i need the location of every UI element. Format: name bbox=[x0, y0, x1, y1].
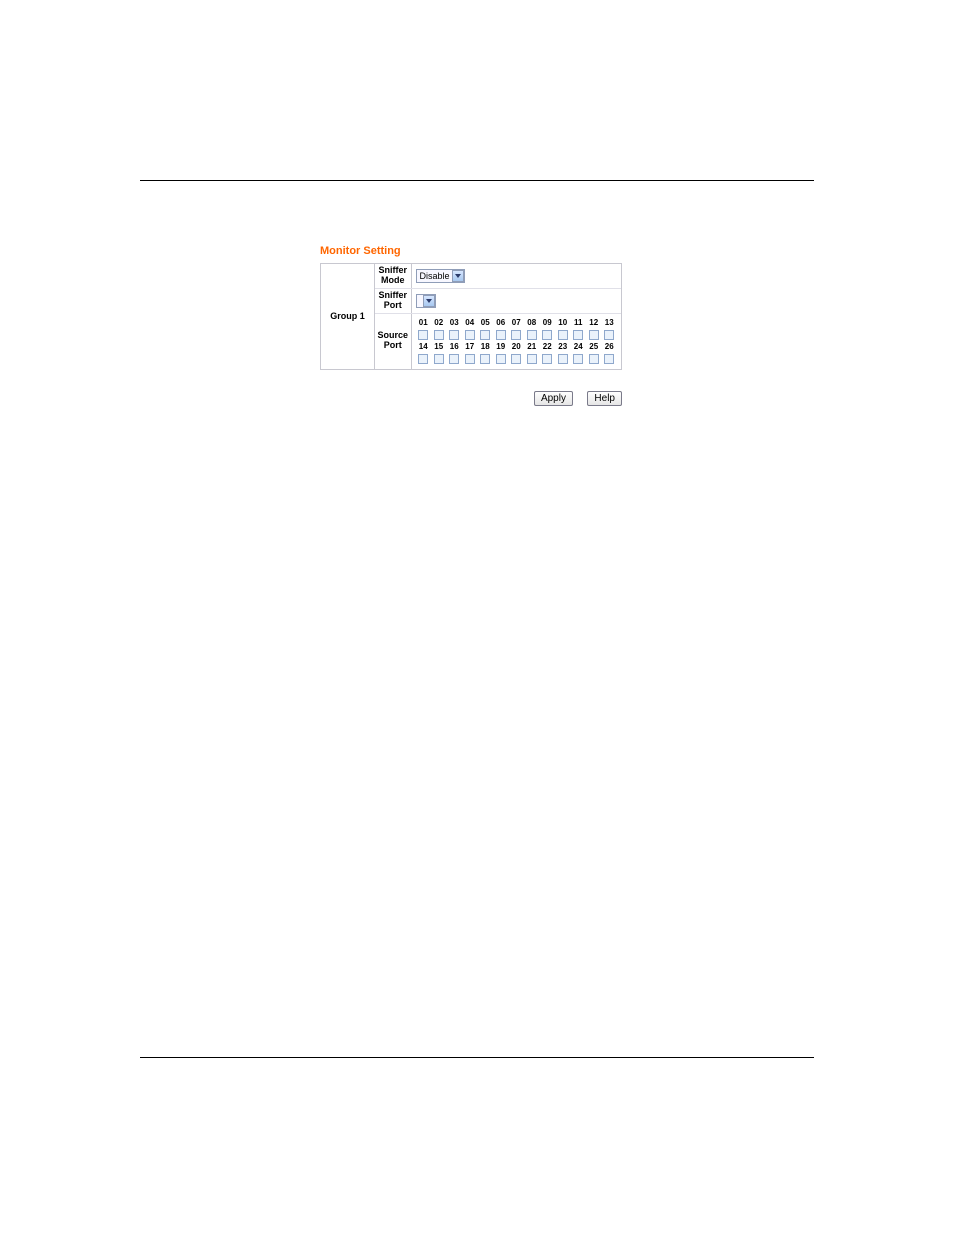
port-checkbox-cell bbox=[571, 353, 587, 365]
port-checkbox-cell bbox=[586, 353, 602, 365]
apply-button[interactable]: Apply bbox=[534, 391, 573, 406]
port-number: 10 bbox=[555, 318, 571, 328]
port-number: 23 bbox=[555, 342, 571, 352]
port-number: 12 bbox=[586, 318, 602, 328]
port-number: 24 bbox=[571, 342, 587, 352]
port-checkbox-cell bbox=[478, 329, 494, 341]
port-number: 04 bbox=[462, 318, 478, 328]
port-19-checkbox[interactable] bbox=[496, 354, 506, 364]
port-checkbox-cell bbox=[462, 353, 478, 365]
help-button[interactable]: Help bbox=[587, 391, 622, 406]
group-label: Group 1 bbox=[321, 264, 375, 370]
source-port-grid: 01020304050607080910111213 14151617181920… bbox=[416, 316, 618, 367]
port-23-checkbox[interactable] bbox=[558, 354, 568, 364]
port-checkbox-cell bbox=[602, 329, 618, 341]
port-number: 25 bbox=[586, 342, 602, 352]
port-26-checkbox[interactable] bbox=[604, 354, 614, 364]
port-checkbox-cell bbox=[462, 329, 478, 341]
monitor-panel: Group 1 Sniffer Mode Disable bbox=[320, 263, 622, 370]
port-05-checkbox[interactable] bbox=[480, 330, 490, 340]
port-checkbox-cell bbox=[493, 353, 509, 365]
port-10-checkbox[interactable] bbox=[558, 330, 568, 340]
chevron-down-icon bbox=[452, 270, 464, 282]
port-22-checkbox[interactable] bbox=[542, 354, 552, 364]
port-checkbox-cell bbox=[431, 329, 447, 341]
port-21-checkbox[interactable] bbox=[527, 354, 537, 364]
port-checkbox-cell bbox=[509, 329, 525, 341]
port-number: 15 bbox=[431, 342, 447, 352]
port-number: 20 bbox=[509, 342, 525, 352]
port-08-checkbox[interactable] bbox=[527, 330, 537, 340]
port-checkbox-cell bbox=[478, 353, 494, 365]
port-06-checkbox[interactable] bbox=[496, 330, 506, 340]
port-25-checkbox[interactable] bbox=[589, 354, 599, 364]
port-02-checkbox[interactable] bbox=[434, 330, 444, 340]
footer-divider bbox=[140, 1057, 814, 1058]
port-17-checkbox[interactable] bbox=[465, 354, 475, 364]
port-number: 05 bbox=[478, 318, 494, 328]
port-number: 14 bbox=[416, 342, 432, 352]
port-checkbox-cell bbox=[509, 353, 525, 365]
section-title: Monitor Setting bbox=[320, 245, 630, 257]
port-number: 07 bbox=[509, 318, 525, 328]
port-number: 18 bbox=[478, 342, 494, 352]
sniffer-port-label: Sniffer Port bbox=[375, 288, 411, 313]
sniffer-port-row: Sniffer Port bbox=[375, 288, 621, 313]
port-12-checkbox[interactable] bbox=[589, 330, 599, 340]
port-09-checkbox[interactable] bbox=[542, 330, 552, 340]
port-number: 19 bbox=[493, 342, 509, 352]
port-11-checkbox[interactable] bbox=[573, 330, 583, 340]
button-bar: Apply Help bbox=[320, 388, 622, 406]
port-checkbox-cell bbox=[540, 329, 556, 341]
port-checkbox-cell bbox=[571, 329, 587, 341]
port-number: 13 bbox=[602, 318, 618, 328]
port-number: 17 bbox=[462, 342, 478, 352]
port-checkbox-cell bbox=[447, 329, 463, 341]
port-number: 09 bbox=[540, 318, 556, 328]
header-divider bbox=[140, 180, 814, 181]
source-port-label: Source Port bbox=[375, 313, 411, 369]
monitor-setting-section: Monitor Setting Group 1 Sniffer Mode Dis… bbox=[320, 245, 630, 406]
port-checkbox-cell bbox=[555, 353, 571, 365]
port-16-checkbox[interactable] bbox=[449, 354, 459, 364]
port-number: 21 bbox=[524, 342, 540, 352]
sniffer-port-select[interactable] bbox=[416, 294, 436, 308]
port-number: 26 bbox=[602, 342, 618, 352]
port-number: 16 bbox=[447, 342, 463, 352]
port-07-checkbox[interactable] bbox=[511, 330, 521, 340]
port-checkbox-cell bbox=[586, 329, 602, 341]
port-01-checkbox[interactable] bbox=[418, 330, 428, 340]
port-number: 08 bbox=[524, 318, 540, 328]
port-18-checkbox[interactable] bbox=[480, 354, 490, 364]
sniffer-mode-select[interactable]: Disable bbox=[416, 269, 465, 283]
port-number: 03 bbox=[447, 318, 463, 328]
port-03-checkbox[interactable] bbox=[449, 330, 459, 340]
sniffer-mode-value: Disable bbox=[420, 271, 450, 281]
port-checkbox-cell bbox=[540, 353, 556, 365]
port-number: 11 bbox=[571, 318, 587, 328]
port-checkbox-cell bbox=[416, 353, 432, 365]
port-24-checkbox[interactable] bbox=[573, 354, 583, 364]
port-13-checkbox[interactable] bbox=[604, 330, 614, 340]
port-15-checkbox[interactable] bbox=[434, 354, 444, 364]
port-14-checkbox[interactable] bbox=[418, 354, 428, 364]
port-checkbox-cell bbox=[493, 329, 509, 341]
port-checkbox-cell bbox=[431, 353, 447, 365]
port-checkbox-cell bbox=[602, 353, 618, 365]
sniffer-mode-row: Sniffer Mode Disable bbox=[375, 264, 621, 288]
sniffer-mode-label: Sniffer Mode bbox=[375, 264, 411, 288]
chevron-down-icon bbox=[423, 295, 435, 307]
port-checkbox-cell bbox=[524, 353, 540, 365]
port-number: 06 bbox=[493, 318, 509, 328]
port-number: 22 bbox=[540, 342, 556, 352]
port-checkbox-cell bbox=[555, 329, 571, 341]
port-checkbox-cell bbox=[447, 353, 463, 365]
port-20-checkbox[interactable] bbox=[511, 354, 521, 364]
port-checkbox-cell bbox=[524, 329, 540, 341]
port-number: 01 bbox=[416, 318, 432, 328]
port-checkbox-cell bbox=[416, 329, 432, 341]
port-number: 02 bbox=[431, 318, 447, 328]
source-port-row: Source Port 01020304050607080910111213 14… bbox=[375, 313, 621, 369]
port-04-checkbox[interactable] bbox=[465, 330, 475, 340]
